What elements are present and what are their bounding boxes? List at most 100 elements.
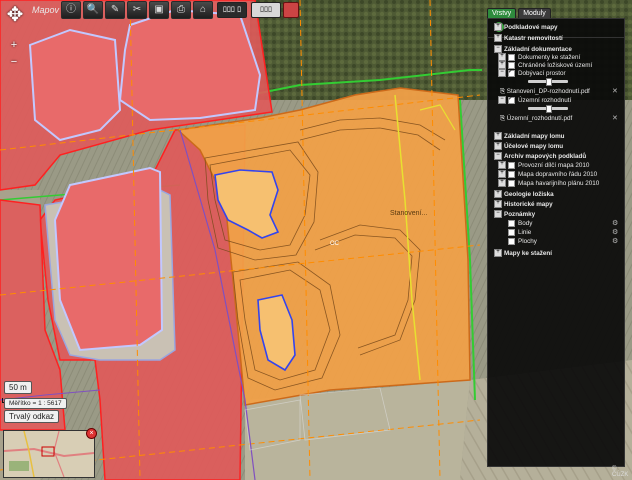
zoom-in-icon[interactable]: + — [11, 40, 17, 51]
remove-icon[interactable]: ✕ — [612, 87, 618, 95]
layer-label: Územní rozhodnutí — [518, 97, 572, 104]
layer-item[interactable]: Body — [498, 219, 532, 228]
close-icon[interactable] — [283, 2, 300, 18]
layer-item[interactable]: − Územní rozhodnutí — [498, 95, 572, 105]
layer-item[interactable]: Linie — [498, 228, 531, 237]
pan-control-icon[interactable]: ✥ — [2, 2, 28, 28]
layer-checkbox[interactable] — [508, 179, 515, 187]
tool-selector-b[interactable]: ﾛﾛﾛ — [251, 2, 282, 18]
layer-item[interactable]: + Mapa havarijního plánu 2010 — [498, 179, 599, 188]
layer-file-link[interactable]: ⎘ Stanovení_DP-rozhodnutí.pdf — [500, 87, 590, 96]
panel-tabs: Vrstvy Moduly — [487, 8, 551, 18]
layer-group[interactable]: + Historické mapy — [494, 200, 553, 209]
collapse-icon[interactable]: − — [498, 96, 506, 105]
settings-icon[interactable]: ⚙ — [612, 228, 618, 236]
opacity-slider[interactable] — [528, 78, 568, 86]
overview-map[interactable] — [3, 430, 95, 478]
layer-group[interactable]: + Účelové mapy lomu — [494, 142, 563, 151]
layer-checkbox[interactable] — [508, 95, 515, 104]
collapse-icon[interactable]: − — [498, 69, 506, 78]
info-icon[interactable]: ⓘ — [61, 1, 82, 19]
search-icon[interactable]: 🔍 — [83, 1, 104, 19]
scale-label: 50 m — [4, 381, 32, 394]
layer-label: Chráněné ložiskové území — [518, 62, 593, 69]
expand-icon[interactable]: + — [494, 200, 502, 209]
layer-group[interactable]: + Geologie ložiska — [494, 190, 554, 199]
tab-layers[interactable]: Vrstvy — [487, 8, 517, 18]
layer-label: Mapa havarijního plánu 2010 — [518, 180, 600, 187]
layer-checkbox[interactable] — [508, 170, 515, 178]
collapse-icon[interactable]: − — [494, 210, 502, 219]
layer-group[interactable]: + Mapy ke stažení — [494, 249, 552, 258]
layer-label: Dobývací prostor — [518, 70, 566, 77]
remove-icon[interactable]: ✕ — [612, 114, 618, 122]
home-icon[interactable]: ⌂ — [193, 1, 214, 19]
zoom-control[interactable]: + − — [8, 40, 20, 68]
expand-icon[interactable]: + — [494, 249, 502, 258]
layer-label: Katastr nemovitostí — [504, 35, 563, 42]
expand-icon[interactable]: + — [498, 170, 506, 179]
layer-label: Body — [518, 220, 533, 227]
layer-label: Archiv mapových podkladů — [504, 153, 587, 160]
edit-icon[interactable]: ✎ — [105, 1, 126, 19]
layer-checkbox[interactable] — [508, 228, 515, 236]
pit-inner-west — [53, 166, 164, 352]
overview-close-icon[interactable]: × — [86, 428, 97, 439]
layer-label: Geologie ložiska — [504, 191, 554, 198]
layer-label: Poznámky — [504, 211, 536, 218]
layer-panel: L +Podkladové mapy+Katastr nemovitostí−Z… — [487, 18, 625, 467]
print-icon[interactable]: ⎙ — [171, 1, 192, 19]
settings-icon[interactable]: ⚙ — [612, 219, 618, 227]
layer-item[interactable]: + Provozní dílčí mapa 2010 — [498, 161, 589, 170]
layer-label: Historické mapy — [504, 201, 553, 208]
layer-group[interactable]: − Archiv mapových podkladů — [494, 152, 586, 161]
zoom-out-icon[interactable]: − — [11, 57, 17, 68]
layer-label: Základní dokumentace — [504, 46, 572, 53]
layer-checkbox[interactable] — [508, 53, 515, 61]
tab-modules[interactable]: Moduly — [518, 8, 551, 18]
slider-knob[interactable] — [546, 105, 552, 113]
layer-checkbox[interactable] — [508, 237, 515, 245]
layer-group[interactable]: + Podkladové mapy — [494, 23, 558, 32]
measure-label: Měřítko = 1 : 5617 — [4, 398, 67, 409]
expand-icon[interactable]: + — [498, 161, 506, 170]
expand-icon[interactable]: + — [494, 190, 502, 199]
permalink-button[interactable]: Trvalý odkaz — [4, 410, 60, 423]
layer-label: Územní_rozhodnutí.pdf — [506, 115, 573, 122]
select-icon[interactable]: ▣ — [149, 1, 170, 19]
expand-icon[interactable]: + — [494, 142, 502, 151]
pdf-file-icon: ⎘ — [500, 88, 507, 95]
pit-inner-north-west — [28, 28, 122, 142]
layer-checkbox[interactable] — [508, 161, 515, 169]
collapse-icon[interactable]: − — [494, 152, 502, 161]
pit-inner-north-east — [118, 8, 262, 122]
layer-group[interactable]: − Poznámky — [494, 210, 535, 219]
layer-label: Podkladové mapy — [504, 24, 558, 31]
map-label-center: OC — [330, 241, 340, 247]
layer-label: Mapa dopravního řádu 2010 — [518, 171, 598, 178]
opacity-slider[interactable] — [528, 105, 568, 113]
expand-icon[interactable]: + — [494, 34, 502, 43]
layer-label: Základní mapy lomu — [504, 133, 565, 140]
measure-icon[interactable]: ✂ — [127, 1, 148, 19]
pdf-file-icon: ⎘ — [500, 115, 507, 122]
layer-label: Dokumenty ke stažení — [518, 54, 581, 61]
layer-file-link[interactable]: ⎘ Územní_rozhodnutí.pdf — [500, 114, 572, 123]
map-label-lom: Stanovení... — [390, 210, 427, 217]
layer-checkbox[interactable] — [508, 68, 515, 77]
slider-knob[interactable] — [546, 78, 552, 86]
expand-icon[interactable]: + — [494, 132, 502, 141]
layer-label: Účelové mapy lomu — [504, 143, 564, 150]
layer-item[interactable]: − Dobývací prostor — [498, 68, 566, 78]
layer-group[interactable]: + Základní mapy lomu — [494, 132, 565, 141]
layer-item[interactable]: Plochy — [498, 237, 537, 246]
layer-item[interactable]: + Mapa dopravního řádu 2010 — [498, 170, 597, 179]
settings-icon[interactable]: ⚙ — [612, 237, 618, 245]
tool-selector-a[interactable]: ﾛﾛﾛ ﾛ — [217, 2, 248, 18]
layer-checkbox[interactable] — [508, 219, 515, 227]
layer-group[interactable]: + Katastr nemovitostí — [494, 34, 563, 43]
expand-icon[interactable]: + — [494, 23, 502, 32]
copyright: © ČÚZK — [612, 466, 629, 478]
expand-icon[interactable]: + — [498, 179, 506, 188]
top-toolbar: Mapov ⓘ 🔍 ✎ ✂ ▣ ⎙ ⌂ ﾛﾛﾛ ﾛ ﾛﾛﾛ — [28, 0, 300, 20]
